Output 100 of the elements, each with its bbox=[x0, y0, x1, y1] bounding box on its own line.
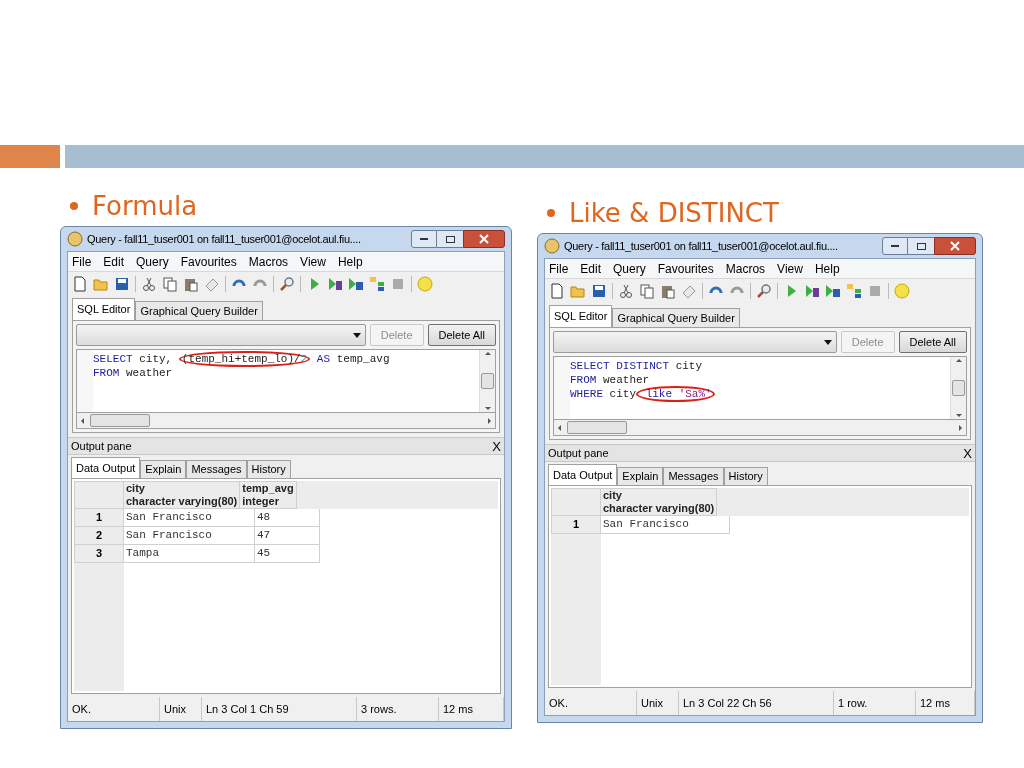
new-file-icon[interactable] bbox=[549, 283, 565, 299]
horizontal-scrollbar[interactable] bbox=[553, 420, 967, 436]
menu-item[interactable]: Macros bbox=[248, 252, 289, 271]
minimize-button[interactable] bbox=[411, 230, 437, 248]
copy-icon[interactable] bbox=[162, 276, 178, 292]
tree-icon[interactable] bbox=[369, 276, 385, 292]
column-name: city bbox=[126, 482, 146, 495]
menu-item[interactable]: Favourites bbox=[657, 259, 714, 278]
maximize-button[interactable] bbox=[908, 237, 934, 255]
bullet-text: Like & DISTINCT bbox=[569, 196, 779, 230]
paste-icon[interactable] bbox=[183, 276, 199, 292]
menu-item[interactable]: Help bbox=[337, 252, 363, 271]
output-tab[interactable]: Explain bbox=[140, 460, 187, 478]
delete-button[interactable]: Delete All bbox=[427, 324, 496, 346]
status-field: 12 ms bbox=[439, 697, 504, 721]
window-title: Query - fall11_tuser001 on fall11_tuser001@ocelot.aul.fiu.... bbox=[564, 238, 839, 254]
editor-tab[interactable]: Graphical Query Builder bbox=[612, 308, 740, 327]
bullet-icon bbox=[70, 202, 78, 210]
close-pane-button[interactable]: X bbox=[492, 439, 501, 453]
paste-icon[interactable] bbox=[660, 283, 676, 299]
tree-icon[interactable] bbox=[846, 283, 862, 299]
output-tab[interactable]: History bbox=[723, 467, 768, 485]
output-tab[interactable]: Data Output bbox=[548, 464, 618, 485]
close-icon bbox=[950, 241, 960, 251]
table-cell: San Francisco bbox=[601, 516, 730, 534]
scissors-icon[interactable] bbox=[141, 276, 157, 292]
menu-item[interactable]: View bbox=[300, 252, 326, 271]
row-number: 1 bbox=[551, 516, 601, 534]
column-name: temp_avg bbox=[242, 482, 294, 495]
menu-item[interactable]: Macros bbox=[725, 259, 766, 278]
horizontal-scrollbar[interactable] bbox=[76, 413, 496, 429]
status-field: OK. bbox=[68, 697, 160, 721]
circled-code: like 'Sa%' bbox=[636, 386, 715, 402]
table-cell: San Francisco bbox=[124, 527, 255, 545]
dropdown-caret-icon bbox=[352, 332, 361, 338]
status-field: 3 rows. bbox=[357, 697, 439, 721]
query-history-dropdown[interactable] bbox=[76, 324, 366, 346]
close-button[interactable] bbox=[463, 230, 505, 248]
eraser-icon[interactable] bbox=[204, 276, 220, 292]
menu-item[interactable]: Favourites bbox=[180, 252, 237, 271]
copy-icon[interactable] bbox=[639, 283, 655, 299]
menu-item[interactable]: Help bbox=[814, 259, 840, 278]
pane-title: Output pane bbox=[548, 445, 609, 461]
table-cell: San Francisco bbox=[124, 509, 255, 527]
output-tab[interactable]: Explain bbox=[617, 467, 664, 485]
close-icon bbox=[479, 234, 489, 244]
status-field: Ln 3 Col 1 Ch 59 bbox=[202, 697, 357, 721]
dropdown-caret-icon bbox=[823, 339, 832, 345]
code-text: SELECT DISTINCT city bbox=[570, 360, 703, 372]
vertical-scrollbar[interactable] bbox=[950, 357, 966, 419]
minimize-button[interactable] bbox=[882, 237, 908, 255]
delete-button[interactable]: Delete All bbox=[898, 331, 967, 353]
menu-item[interactable]: File bbox=[549, 259, 569, 278]
menu-item[interactable]: Edit bbox=[580, 259, 602, 278]
table-cell: Tampa bbox=[124, 545, 255, 563]
editor-tab[interactable]: SQL Editor bbox=[72, 298, 136, 320]
save-icon[interactable] bbox=[114, 276, 130, 292]
code-text: WHERE city bbox=[570, 388, 637, 400]
menu-item[interactable]: File bbox=[72, 252, 92, 271]
code-text: SELECT city, bbox=[93, 353, 174, 365]
save-icon[interactable] bbox=[591, 283, 607, 299]
column-type: integer bbox=[242, 495, 280, 508]
status-field: OK. bbox=[545, 691, 637, 715]
app-icon bbox=[67, 231, 83, 247]
query-history-dropdown[interactable] bbox=[553, 331, 837, 353]
menu-item[interactable]: Query bbox=[613, 259, 646, 278]
code-text: FROM weather bbox=[93, 367, 173, 379]
status-field: 12 ms bbox=[916, 691, 975, 715]
play-script-icon[interactable] bbox=[804, 283, 820, 299]
new-file-icon[interactable] bbox=[72, 276, 88, 292]
table-cell: 48 bbox=[255, 509, 320, 527]
output-tab[interactable]: History bbox=[246, 460, 291, 478]
row-number: 1 bbox=[74, 509, 124, 527]
play-save-icon[interactable] bbox=[348, 276, 364, 292]
vertical-scrollbar[interactable] bbox=[479, 350, 495, 412]
close-pane-button[interactable]: X bbox=[963, 446, 972, 460]
play-script-icon[interactable] bbox=[327, 276, 343, 292]
menu-item[interactable]: Edit bbox=[103, 252, 125, 271]
app-icon bbox=[544, 238, 560, 254]
close-button[interactable] bbox=[934, 237, 976, 255]
output-tab[interactable]: Messages bbox=[663, 467, 724, 485]
code-text: FROM weather bbox=[570, 374, 650, 386]
play-save-icon[interactable] bbox=[825, 283, 841, 299]
menu-item[interactable]: View bbox=[777, 259, 803, 278]
row-number: 3 bbox=[74, 545, 124, 563]
maximize-button[interactable] bbox=[437, 230, 463, 248]
status-field: Unix bbox=[160, 697, 202, 721]
search-icon[interactable] bbox=[756, 283, 772, 299]
column-type: character varying(80) bbox=[126, 495, 238, 508]
menu-item[interactable]: Query bbox=[136, 252, 169, 271]
window-title: Query - fall11_tuser001 on fall11_tuser001@ocelot.aul.fiu.... bbox=[87, 231, 362, 247]
eraser-icon[interactable] bbox=[681, 283, 697, 299]
editor-tab[interactable]: Graphical Query Builder bbox=[135, 301, 263, 320]
scissors-icon[interactable] bbox=[618, 283, 634, 299]
pane-title: Output pane bbox=[71, 438, 132, 454]
editor-tab[interactable]: SQL Editor bbox=[549, 305, 613, 327]
output-tab[interactable]: Data Output bbox=[71, 457, 141, 478]
search-icon[interactable] bbox=[279, 276, 295, 292]
status-field: Unix bbox=[637, 691, 679, 715]
output-tab[interactable]: Messages bbox=[186, 460, 247, 478]
